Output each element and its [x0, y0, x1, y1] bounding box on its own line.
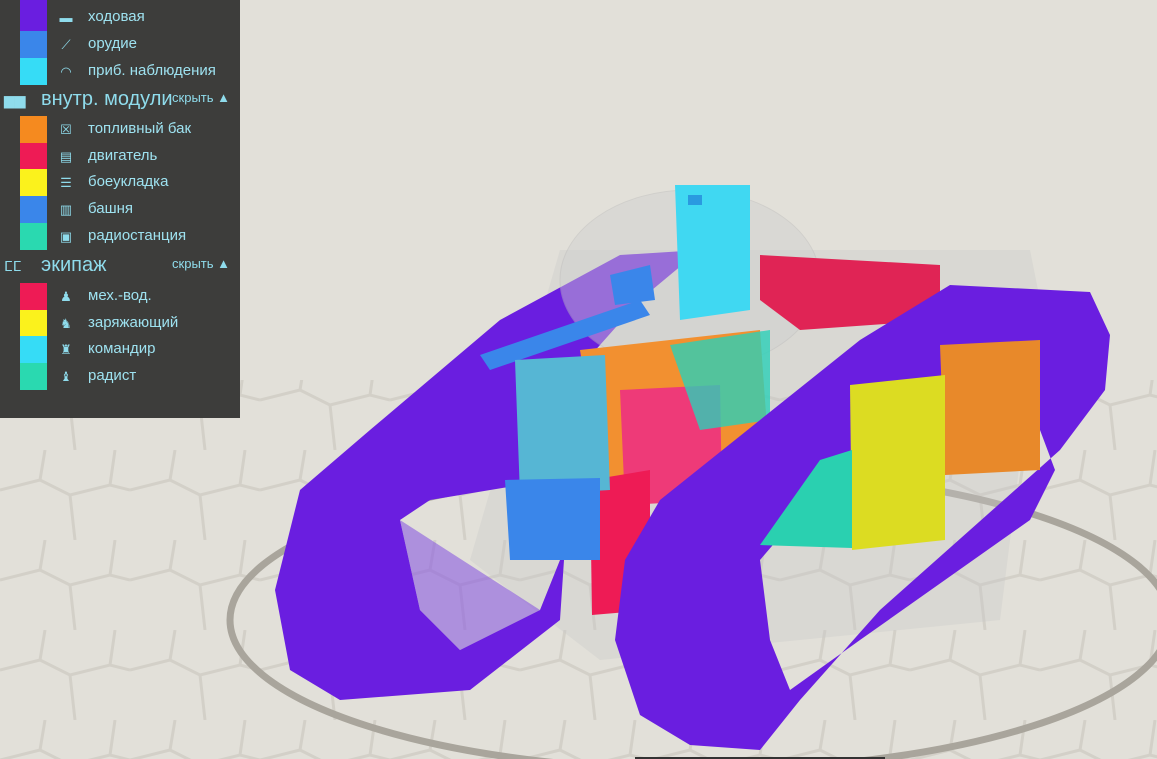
- legend-item-engine[interactable]: ▤ двигатель: [20, 142, 235, 170]
- legend-label: командир: [88, 340, 156, 358]
- observation-icon: ◠: [60, 64, 72, 79]
- legend-item-radio-operator[interactable]: ♝ радист: [20, 363, 235, 391]
- legend-item-commander[interactable]: ♜ командир: [20, 336, 235, 364]
- legend-label: боеукладка: [88, 173, 169, 191]
- legend-item-ammo-rack[interactable]: ☰ боеукладка: [20, 169, 235, 197]
- engine-icon: ▤: [59, 148, 73, 164]
- section-internal-modules: ▆▆ внутр. модули скрыть ▲: [0, 88, 240, 116]
- ammo-rack: [850, 375, 945, 550]
- legend-label: радиостанция: [88, 226, 187, 244]
- color-swatch: [20, 0, 47, 31]
- driver-icon: ♟: [60, 289, 72, 304]
- section-title: внутр. модули: [41, 88, 173, 110]
- commander-icon: ♜: [60, 342, 72, 358]
- legend-label: двигатель: [88, 146, 158, 164]
- legend-label: башня: [88, 200, 134, 218]
- color-swatch: [20, 169, 47, 197]
- color-swatch: [20, 222, 47, 250]
- fuel-tank-right: [940, 340, 1040, 475]
- color-swatch: [20, 309, 47, 337]
- legend-item-fuel-tank[interactable]: ☒ топливный бак: [20, 116, 235, 143]
- legend-item-tracks[interactable]: ▬ ходовая: [20, 0, 235, 31]
- commander-box: [515, 355, 610, 495]
- tracks-icon: ▬: [59, 10, 73, 25]
- periscope-slit: [688, 195, 702, 205]
- legend-label: орудие: [88, 35, 137, 52]
- color-swatch: [20, 31, 47, 58]
- legend-item-loader[interactable]: ♞ заряжающий: [20, 309, 235, 337]
- color-swatch: [20, 363, 47, 391]
- hide-toggle[interactable]: скрыть ▲: [172, 256, 230, 271]
- legend-item-turret[interactable]: ▥ башня: [20, 196, 235, 224]
- fuel-tank-icon: ☒: [60, 122, 72, 137]
- color-swatch: [20, 58, 47, 85]
- legend-item-gun[interactable]: ⟋ орудие: [20, 31, 235, 58]
- legend-item-driver[interactable]: ♟ мех.-вод.: [20, 283, 235, 310]
- color-swatch: [20, 336, 47, 364]
- legend-item-radio[interactable]: ▣ радиостанция: [20, 222, 235, 250]
- legend-label: радист: [88, 367, 137, 385]
- crew-icon: ⵎⵎ: [4, 258, 22, 274]
- loader-icon: ♞: [60, 315, 72, 331]
- legend-label: ходовая: [88, 8, 145, 25]
- legend-panel: ▬ ходовая ⟋ орудие ◠ приб. наблюдения ▆▆…: [0, 0, 240, 418]
- hide-toggle[interactable]: скрыть ▲: [172, 90, 230, 105]
- turret-ring-box: [505, 478, 600, 560]
- ammo-rack-icon: ☰: [60, 175, 72, 191]
- legend-label: топливный бак: [88, 120, 192, 137]
- color-swatch: [20, 142, 47, 170]
- radio-icon: ▣: [59, 228, 73, 244]
- section-title: экипаж: [41, 254, 107, 276]
- color-swatch: [20, 283, 47, 310]
- gun-icon: ⟋: [61, 37, 71, 52]
- legend-label: заряжающий: [88, 313, 179, 331]
- color-swatch: [20, 116, 47, 143]
- legend-label: мех.-вод.: [88, 287, 152, 304]
- radio-operator-icon: ♝: [60, 369, 72, 385]
- legend-label: приб. наблюдения: [88, 62, 216, 79]
- internal-modules-icon: ▆▆: [4, 92, 26, 108]
- color-swatch: [20, 196, 47, 224]
- section-crew: ⵎⵎ экипаж скрыть ▲: [0, 254, 240, 282]
- periscope: [675, 185, 750, 320]
- legend-item-observation[interactable]: ◠ приб. наблюдения: [20, 58, 235, 85]
- turret-icon: ▥: [59, 202, 73, 218]
